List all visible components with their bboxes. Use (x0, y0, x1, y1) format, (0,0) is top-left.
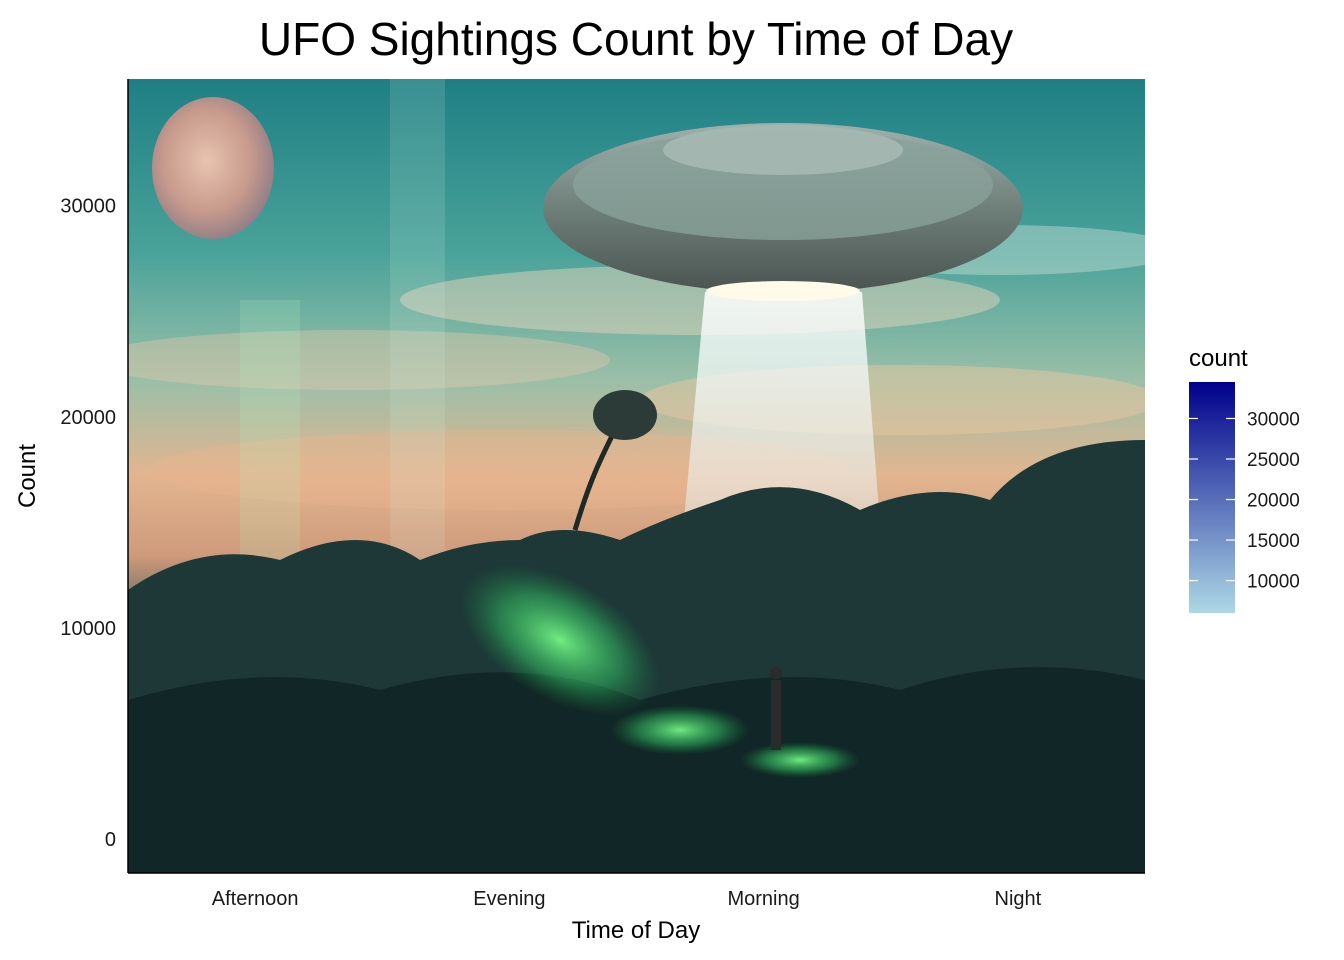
legend-tick-label: 10000 (1247, 572, 1300, 593)
legend-title: count (1189, 345, 1248, 372)
y-tick-label: 10000 (60, 618, 116, 640)
legend: count 10000 15000 20000 25000 30000 (1189, 345, 1300, 613)
x-tick-label: Afternoon (212, 888, 299, 910)
y-tick-labels: 0 10000 20000 30000 (60, 196, 116, 852)
legend-tick-label: 25000 (1247, 450, 1300, 471)
x-tick-label: Evening (473, 888, 545, 910)
y-tick-label: 0 (105, 829, 116, 851)
x-tick-label: Morning (727, 888, 799, 910)
x-axis-title: Time of Day (572, 917, 700, 944)
chart-title: UFO Sightings Count by Time of Day (259, 13, 1013, 65)
legend-tick-label: 15000 (1247, 531, 1300, 552)
legend-tick-label: 20000 (1247, 491, 1300, 512)
legend-colorbar (1189, 382, 1235, 613)
y-axis-title: Count (14, 444, 41, 508)
plot-panel (128, 79, 1145, 873)
y-tick-label: 30000 (60, 196, 116, 218)
legend-tick-label: 30000 (1247, 409, 1300, 430)
y-tick-label: 20000 (60, 407, 116, 429)
moon-shape (152, 97, 274, 239)
chart: UFO Sightings Count by Time of Day 01000… (14, 13, 1300, 944)
background-photo (128, 79, 1145, 873)
x-tick-labels: Afternoon Evening Morning Night (212, 888, 1042, 910)
x-tick-label: Night (995, 888, 1042, 910)
